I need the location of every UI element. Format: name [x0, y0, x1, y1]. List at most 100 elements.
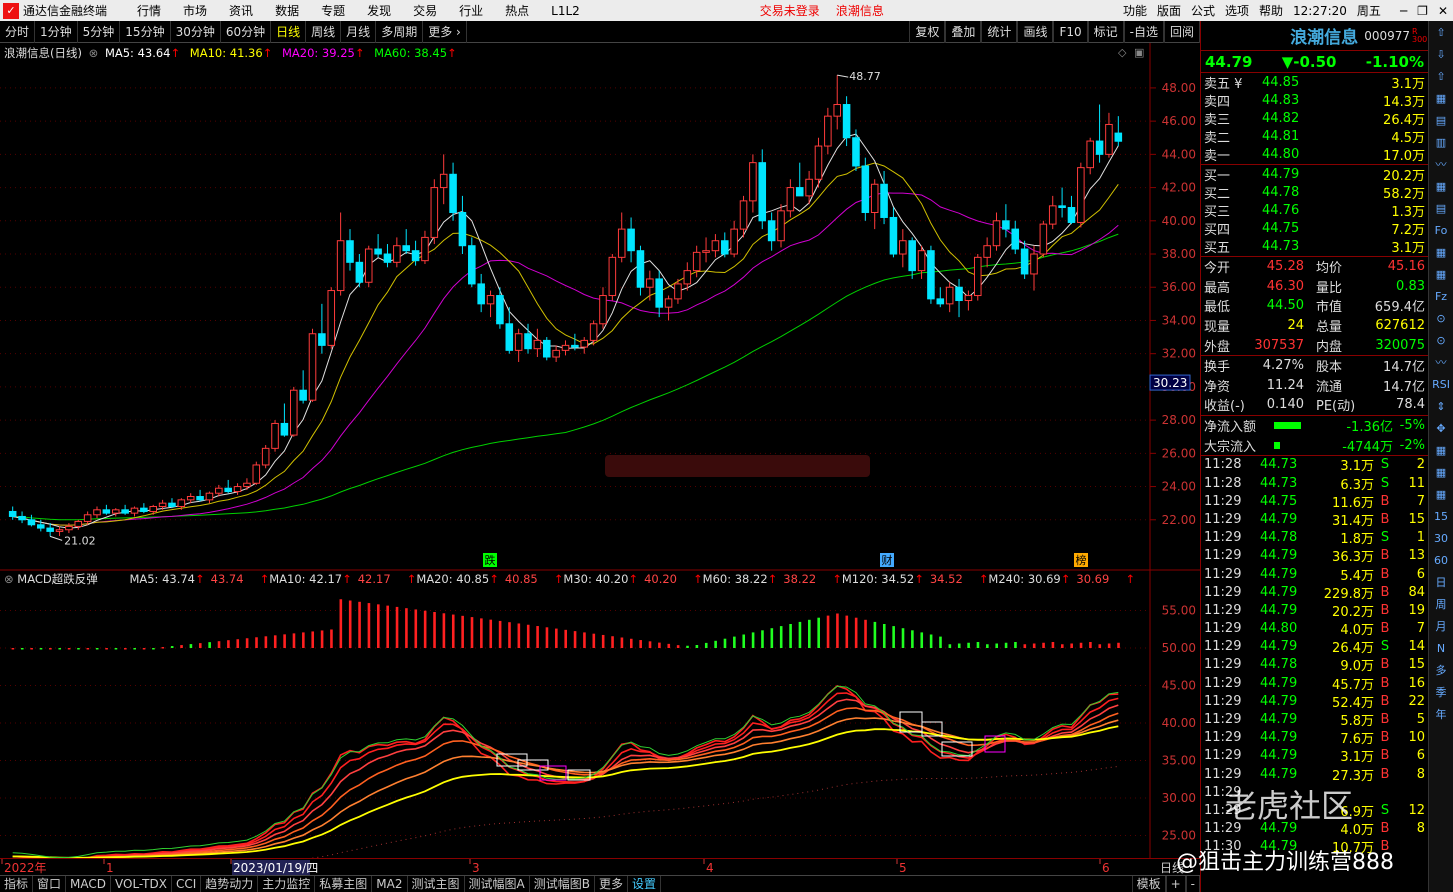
- side-tool-icon[interactable]: Fo: [1429, 219, 1453, 241]
- side-tool-icon[interactable]: ▥: [1429, 131, 1453, 153]
- menu-l1l2[interactable]: L1L2: [551, 4, 580, 18]
- bottom-tab[interactable]: 指标: [0, 876, 34, 892]
- tab-1min[interactable]: 1分钟: [35, 20, 78, 43]
- side-tool-icon[interactable]: ▤: [1429, 197, 1453, 219]
- btn-tongji[interactable]: 统计: [981, 21, 1018, 43]
- bottom-tab[interactable]: 更多: [595, 876, 628, 892]
- indicator-toggle-icon[interactable]: ⊗: [4, 572, 14, 586]
- side-tool-icon[interactable]: 季: [1429, 681, 1453, 703]
- bottom-right-btn[interactable]: 模板: [1131, 876, 1166, 892]
- side-tool-icon[interactable]: 15: [1429, 505, 1453, 527]
- bottom-tab[interactable]: 主力监控: [258, 876, 316, 892]
- side-tool-icon[interactable]: N: [1429, 637, 1453, 659]
- bottom-right-btn[interactable]: +: [1165, 876, 1186, 892]
- ma-toggle-icon[interactable]: ⊗: [89, 46, 99, 60]
- side-tool-icon[interactable]: ▦: [1429, 263, 1453, 285]
- side-tool-icon[interactable]: ⊙: [1429, 307, 1453, 329]
- menu-zhuanti[interactable]: 专题: [321, 2, 345, 19]
- menu-shichang[interactable]: 市场: [183, 2, 207, 19]
- tab-more[interactable]: 更多 ›: [423, 20, 467, 43]
- side-tool-icon[interactable]: ⇧: [1429, 21, 1453, 43]
- tab-5min[interactable]: 5分钟: [78, 20, 121, 43]
- menu-xuanxiang[interactable]: 选项: [1225, 2, 1249, 19]
- menu-zixun[interactable]: 资讯: [229, 2, 253, 19]
- bottom-tab[interactable]: CCI: [172, 876, 202, 892]
- chart-area[interactable]: 48.00 46.00 44.00 42.00 40.00 38.00 36.00 34.00…: [0, 43, 1200, 858]
- bottom-tab[interactable]: MA2: [372, 876, 408, 892]
- bid-volume: 3.1万: [1391, 241, 1425, 257]
- bottom-tab[interactable]: 测试幅图A: [465, 876, 530, 892]
- tab-60min[interactable]: 60分钟: [221, 20, 272, 43]
- menu-banmian[interactable]: 版面: [1157, 2, 1181, 19]
- side-tool-icon[interactable]: ▦: [1429, 461, 1453, 483]
- side-tool-icon[interactable]: 年: [1429, 703, 1453, 725]
- menu-gongshi[interactable]: 公式: [1191, 2, 1215, 19]
- trade-login-status[interactable]: 交易未登录: [760, 2, 820, 19]
- bottom-tab[interactable]: 测试幅图B: [530, 876, 595, 892]
- menu-hangye[interactable]: 行业: [459, 2, 483, 19]
- side-tool-icon[interactable]: 30: [1429, 527, 1453, 549]
- price-tick-label: 48.00: [1162, 81, 1196, 95]
- tab-multi-period[interactable]: 多周期: [376, 20, 424, 43]
- bottom-tab[interactable]: MACD: [66, 876, 112, 892]
- restore-icon[interactable]: ❐: [1417, 4, 1428, 18]
- minimize-icon[interactable]: ─: [1400, 4, 1407, 18]
- side-tool-icon[interactable]: 周: [1429, 593, 1453, 615]
- side-tool-icon[interactable]: 〰: [1429, 351, 1453, 373]
- chart-maximize-icon[interactable]: ▣: [1134, 46, 1144, 59]
- side-tool-icon[interactable]: 多: [1429, 659, 1453, 681]
- menu-faxian[interactable]: 发现: [367, 2, 391, 19]
- bottom-tab[interactable]: 设置: [628, 876, 661, 892]
- btn-huiyue[interactable]: 回阅: [1163, 21, 1200, 43]
- side-tool-icon[interactable]: ▦: [1429, 439, 1453, 461]
- side-tool-icon[interactable]: 月: [1429, 615, 1453, 637]
- menu-gongneng[interactable]: 功能: [1123, 2, 1147, 19]
- menu-jiaoyi[interactable]: 交易: [413, 2, 437, 19]
- bottom-tab[interactable]: 测试主图: [408, 876, 465, 892]
- tab-15min[interactable]: 15分钟: [120, 20, 171, 43]
- menu-shuju[interactable]: 数据: [275, 2, 299, 19]
- btn-biaoji[interactable]: 标记: [1087, 21, 1124, 43]
- menu-bangzhu[interactable]: 帮助: [1259, 2, 1283, 19]
- tab-weekly[interactable]: 周线: [306, 20, 342, 43]
- btn-zixuan[interactable]: -自选: [1123, 21, 1164, 43]
- side-tool-icon[interactable]: ⇧: [1429, 65, 1453, 87]
- side-tool-icon[interactable]: 60: [1429, 549, 1453, 571]
- tab-30min[interactable]: 30分钟: [171, 20, 221, 43]
- side-tool-icon[interactable]: ▤: [1429, 109, 1453, 131]
- menu-redian[interactable]: 热点: [505, 2, 529, 19]
- tick-price: 44.79: [1260, 566, 1298, 582]
- bottom-tab[interactable]: 窗口: [33, 876, 67, 892]
- candle-body: [355, 261, 364, 283]
- side-tool-icon[interactable]: ▦: [1429, 241, 1453, 263]
- tab-fenshi[interactable]: 分时: [0, 20, 36, 43]
- close-icon[interactable]: ✕: [1438, 4, 1448, 18]
- side-tool-icon[interactable]: Fz: [1429, 285, 1453, 307]
- chart-option-icon[interactable]: ◇: [1118, 46, 1127, 59]
- side-tool-icon[interactable]: ⇩: [1429, 43, 1453, 65]
- side-tool-icon[interactable]: 〰: [1429, 153, 1453, 175]
- side-tool-icon[interactable]: ⊙: [1429, 329, 1453, 351]
- side-tool-icon[interactable]: 日: [1429, 571, 1453, 593]
- bottom-tab[interactable]: 趋势动力: [201, 876, 259, 892]
- event-marker[interactable]: 财: [882, 553, 893, 567]
- bottom-tab[interactable]: 私募主图: [315, 876, 373, 892]
- side-tool-icon[interactable]: ▦: [1429, 175, 1453, 197]
- side-tool-icon[interactable]: ▦: [1429, 87, 1453, 109]
- side-tool-icon[interactable]: RSI: [1429, 373, 1453, 395]
- candlestick-chart[interactable]: 48.00 46.00 44.00 42.00 40.00 38.00 36.00 34.00…: [0, 43, 1200, 858]
- side-tool-icon[interactable]: ⇕: [1429, 395, 1453, 417]
- menu-hangqing[interactable]: 行情: [137, 2, 161, 19]
- btn-diejia[interactable]: 叠加: [945, 21, 982, 43]
- btn-fuquan[interactable]: 复权: [909, 21, 946, 43]
- event-marker[interactable]: 跌: [485, 553, 496, 567]
- tab-daily[interactable]: 日线: [271, 20, 307, 43]
- tab-monthly[interactable]: 月线: [341, 20, 377, 43]
- event-marker[interactable]: 榜: [1076, 553, 1087, 567]
- bottom-right-btn[interactable]: -: [1185, 876, 1200, 892]
- btn-f10[interactable]: F10: [1053, 21, 1088, 43]
- side-tool-icon[interactable]: ▦: [1429, 483, 1453, 505]
- btn-huaxian[interactable]: 画线: [1017, 21, 1054, 43]
- bottom-tab[interactable]: VOL-TDX: [111, 876, 172, 892]
- side-tool-icon[interactable]: ✥: [1429, 417, 1453, 439]
